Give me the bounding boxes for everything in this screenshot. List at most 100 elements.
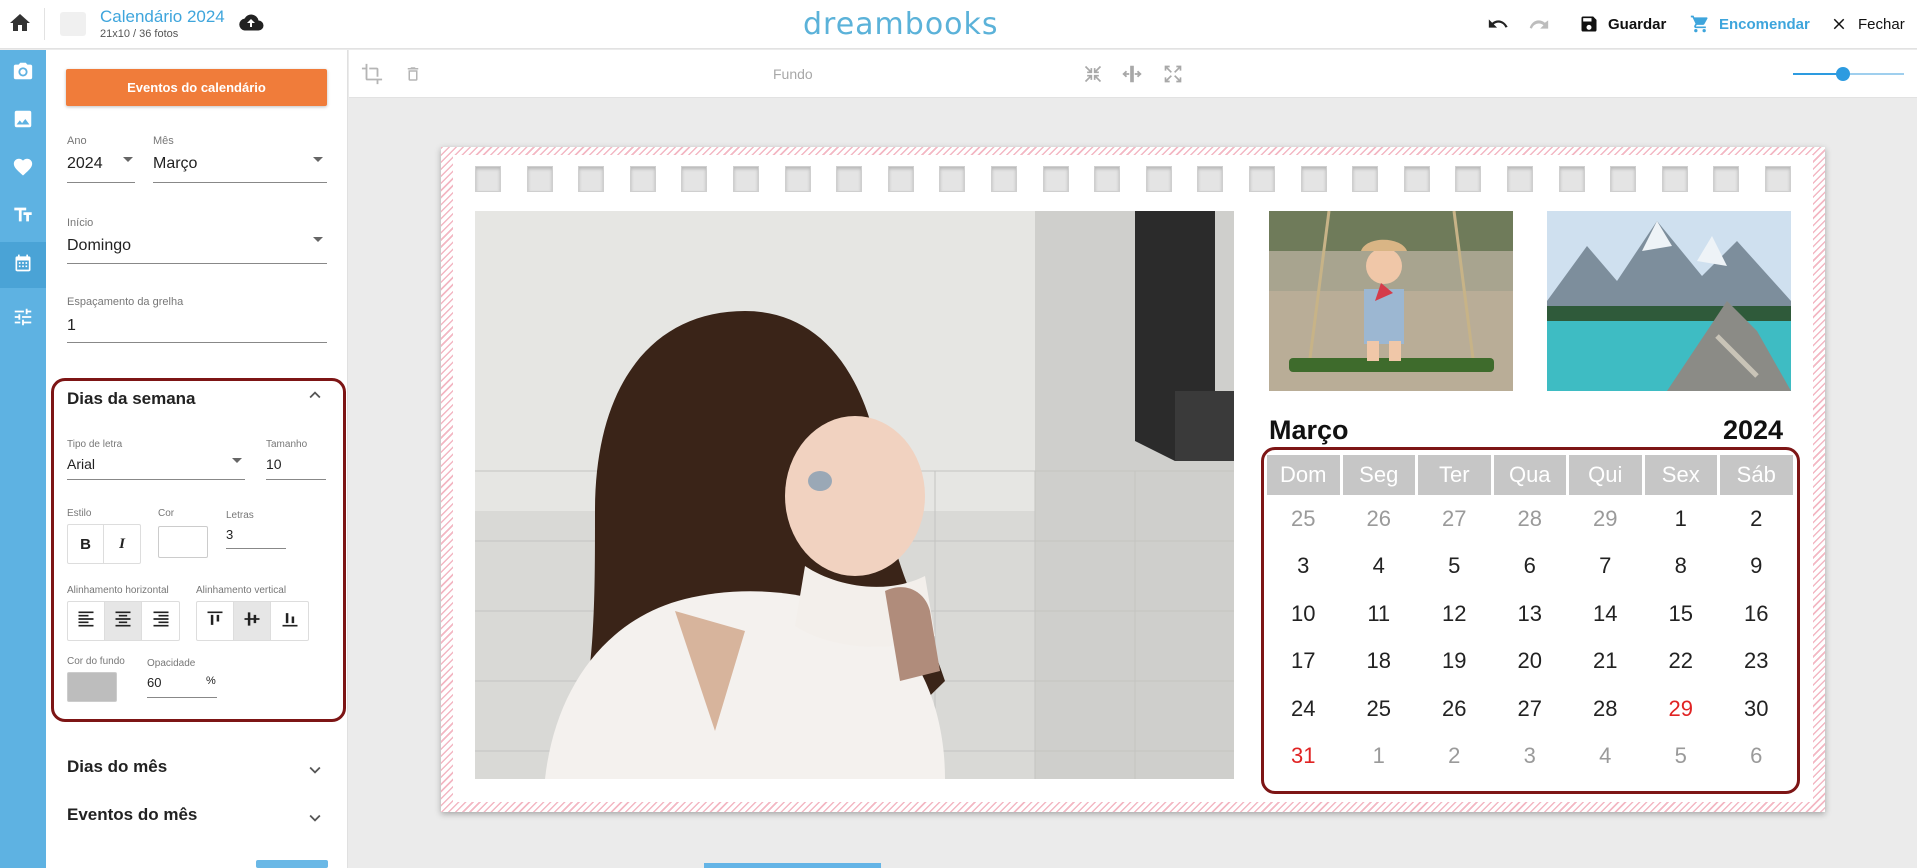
- order-button[interactable]: Encomendar: [1689, 13, 1810, 35]
- calendar-day-cell[interactable]: 9: [1720, 543, 1793, 591]
- swing-girl-photo[interactable]: [1269, 211, 1513, 391]
- calendar-day-cell[interactable]: 7: [1569, 543, 1642, 591]
- size-input[interactable]: 10: [266, 456, 282, 472]
- calendar-day-cell[interactable]: 19: [1418, 638, 1491, 686]
- stickers-tab[interactable]: [0, 146, 46, 192]
- text-tab[interactable]: [0, 194, 46, 240]
- zoom-slider-handle[interactable]: [1835, 67, 1850, 81]
- project-title[interactable]: Calendário 2024: [100, 7, 225, 27]
- month-events-section-title[interactable]: Eventos do mês: [67, 805, 197, 825]
- month-dropdown-icon[interactable]: [313, 157, 323, 162]
- calendar-events-button[interactable]: Eventos do calendário: [66, 69, 327, 106]
- start-dropdown-icon[interactable]: [313, 237, 323, 242]
- chevron-up-icon[interactable]: [304, 384, 326, 406]
- calendar-day-cell[interactable]: 22: [1645, 638, 1718, 686]
- cloud-upload-icon[interactable]: [238, 12, 264, 34]
- calendar-day-cell[interactable]: 25: [1343, 685, 1416, 733]
- calendar-day-cell[interactable]: 4: [1343, 543, 1416, 591]
- undo-icon[interactable]: [1487, 13, 1509, 35]
- calendar-day-cell[interactable]: 27: [1418, 495, 1491, 543]
- calendar-day-cell[interactable]: 30: [1720, 685, 1793, 733]
- align-left-button[interactable]: [68, 602, 105, 640]
- font-select[interactable]: Arial: [67, 456, 95, 472]
- calendar-day-cell[interactable]: 23: [1720, 638, 1793, 686]
- align-top-button[interactable]: [197, 602, 234, 640]
- zoom-slider[interactable]: [1793, 67, 1904, 81]
- calendar-grid[interactable]: Dom Seg Ter Qua Qui Sex Sáb 25 26 27 28 29 1 2 3 4 5 6 7 8…: [1267, 455, 1793, 780]
- calendar-day-cell[interactable]: 6: [1494, 543, 1567, 591]
- align-middle-button[interactable]: [234, 602, 271, 640]
- italic-button[interactable]: I: [104, 525, 140, 563]
- calendar-day-cell[interactable]: 2: [1418, 733, 1491, 781]
- calendar-day-cell[interactable]: 3: [1494, 733, 1567, 781]
- calendar-day-cell[interactable]: 17: [1267, 638, 1340, 686]
- adjustments-tab[interactable]: [0, 296, 46, 342]
- year-dropdown-icon[interactable]: [123, 157, 133, 162]
- fit-width-icon[interactable]: [1121, 63, 1143, 85]
- save-button[interactable]: Guardar: [1578, 13, 1666, 35]
- calendar-day-cell[interactable]: 29: [1569, 495, 1642, 543]
- weekdays-section-title[interactable]: Dias da semana: [67, 389, 196, 409]
- main-photo[interactable]: [475, 211, 1234, 779]
- calendar-day-cell[interactable]: 25: [1267, 495, 1340, 543]
- calendar-day-cell[interactable]: 4: [1569, 733, 1642, 781]
- text-color-picker[interactable]: [158, 526, 208, 558]
- bg-color-picker[interactable]: [67, 672, 117, 702]
- backgrounds-tab[interactable]: [0, 98, 46, 144]
- month-days-section-title[interactable]: Dias do mês: [67, 757, 167, 777]
- calendar-day-cell[interactable]: 8: [1645, 543, 1718, 591]
- calendar-day-cell[interactable]: 1: [1645, 495, 1718, 543]
- year-select[interactable]: 2024: [67, 155, 103, 173]
- calendar-day-cell[interactable]: 18: [1343, 638, 1416, 686]
- calendar-day-cell[interactable]: 15: [1645, 590, 1718, 638]
- calendar-day-cell[interactable]: 5: [1418, 543, 1491, 591]
- background-label[interactable]: Fundo: [773, 66, 813, 82]
- start-day-select[interactable]: Domingo: [67, 237, 131, 255]
- chevron-down-icon[interactable]: [304, 807, 326, 829]
- spacing-input[interactable]: 1: [67, 317, 76, 335]
- font-dropdown-icon[interactable]: [232, 458, 242, 463]
- home-icon[interactable]: [8, 11, 32, 35]
- opacity-input[interactable]: 60: [147, 675, 161, 690]
- align-center-button[interactable]: [105, 602, 142, 640]
- align-bottom-button[interactable]: [271, 602, 308, 640]
- calendar-day-cell[interactable]: 28: [1494, 495, 1567, 543]
- calendar-day-cell[interactable]: 29: [1645, 685, 1718, 733]
- calendar-day-cell[interactable]: 16: [1720, 590, 1793, 638]
- calendar-year-title[interactable]: 2024: [1723, 415, 1783, 446]
- calendar-day-cell[interactable]: 26: [1418, 685, 1491, 733]
- redo-icon[interactable]: [1528, 13, 1550, 35]
- crop-icon[interactable]: [361, 63, 383, 85]
- expand-icon[interactable]: [1162, 63, 1184, 85]
- letters-input[interactable]: 3: [226, 527, 233, 542]
- align-right-button[interactable]: [142, 602, 179, 640]
- calendar-day-cell[interactable]: 10: [1267, 590, 1340, 638]
- panel-action-button[interactable]: [256, 860, 328, 868]
- calendar-day-cell[interactable]: 28: [1569, 685, 1642, 733]
- calendar-day-cell[interactable]: 21: [1569, 638, 1642, 686]
- calendar-month-title[interactable]: Março: [1269, 415, 1349, 446]
- calendar-day-cell[interactable]: 31: [1267, 733, 1340, 781]
- photos-tab[interactable]: [0, 50, 46, 96]
- calendar-day-cell[interactable]: 11: [1343, 590, 1416, 638]
- page-scroll-indicator[interactable]: [704, 863, 881, 868]
- calendar-day-cell[interactable]: 20: [1494, 638, 1567, 686]
- calendar-day-cell[interactable]: 14: [1569, 590, 1642, 638]
- bold-button[interactable]: B: [68, 525, 104, 563]
- calendar-day-cell[interactable]: 1: [1343, 733, 1416, 781]
- calendar-day-cell[interactable]: 13: [1494, 590, 1567, 638]
- calendar-day-cell[interactable]: 5: [1645, 733, 1718, 781]
- shrink-icon[interactable]: [1082, 63, 1104, 85]
- trash-icon[interactable]: [402, 63, 424, 85]
- calendar-day-cell[interactable]: 24: [1267, 685, 1340, 733]
- calendar-tab[interactable]: [0, 242, 46, 288]
- calendar-day-cell[interactable]: 27: [1494, 685, 1567, 733]
- calendar-day-cell[interactable]: 26: [1343, 495, 1416, 543]
- calendar-day-cell[interactable]: 6: [1720, 733, 1793, 781]
- lake-mountains-photo[interactable]: [1547, 211, 1791, 391]
- close-button[interactable]: Fechar: [1828, 13, 1905, 35]
- calendar-day-cell[interactable]: 2: [1720, 495, 1793, 543]
- calendar-day-cell[interactable]: 12: [1418, 590, 1491, 638]
- month-select[interactable]: Março: [153, 155, 197, 173]
- calendar-day-cell[interactable]: 3: [1267, 543, 1340, 591]
